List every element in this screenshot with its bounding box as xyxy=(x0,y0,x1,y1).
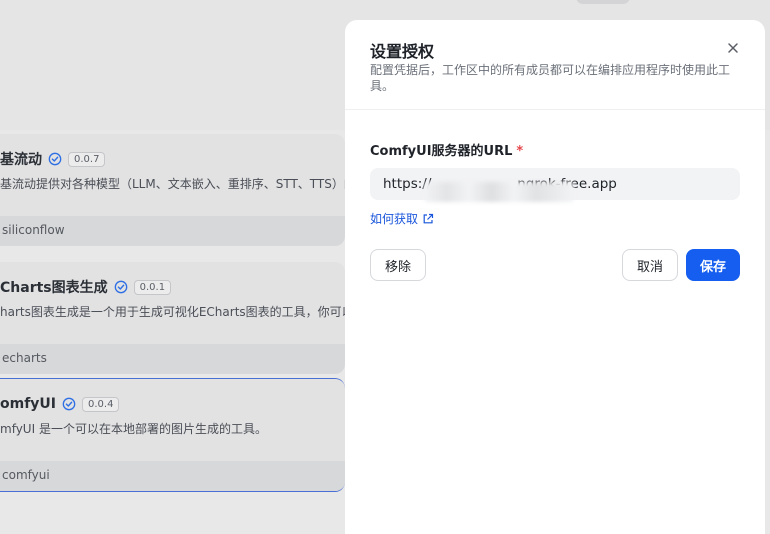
plugin-card-echarts[interactable]: Charts图表生成 0.0.1 harts图表生成是一个用于生成可视化ECha… xyxy=(0,262,345,374)
close-icon xyxy=(728,43,738,53)
verified-icon xyxy=(48,152,62,166)
modal-actions: 移除 取消 保存 xyxy=(370,249,740,283)
plugin-card-siliconflow[interactable]: 基流动 0.0.7 基流动提供对各种模型（LLM、文本嵌入、重排序、STT、TT… xyxy=(0,134,345,246)
background-pill xyxy=(576,0,630,4)
how-to-get-link[interactable]: 如何获取 xyxy=(370,210,434,227)
plugin-description: harts图表生成是一个用于生成可视化ECharts图表的工具，你可以 xyxy=(0,305,345,319)
url-field-label: ComfyUI服务器的URL * xyxy=(370,144,524,159)
modal-header: 设置授权 配置凭据后，工作区中的所有成员都可以在编排应用程序时使用此工具。 xyxy=(345,20,765,110)
remove-button[interactable]: 移除 xyxy=(370,249,426,281)
version-badge: 0.0.1 xyxy=(133,279,172,295)
plugin-author: comfyui xyxy=(0,461,345,491)
verified-icon xyxy=(114,280,127,294)
close-button[interactable] xyxy=(725,40,741,56)
version-badge: 0.0.4 xyxy=(82,396,120,412)
auth-settings-modal: 设置授权 配置凭据后，工作区中的所有成员都可以在编排应用程序时使用此工具。 Co… xyxy=(345,20,765,534)
version-badge: 0.0.7 xyxy=(68,151,106,167)
plugin-name: omfyUI xyxy=(0,396,56,412)
redacted-url-blur xyxy=(424,182,574,202)
plugin-author: echarts xyxy=(0,344,345,374)
verified-icon xyxy=(62,397,76,411)
modal-title: 设置授权 xyxy=(370,42,435,61)
plugin-name: Charts图表生成 xyxy=(0,280,108,296)
plugin-description: 基流动提供对各种模型（LLM、文本嵌入、重排序、STT、TTS）的 xyxy=(0,177,345,191)
cancel-button[interactable]: 取消 xyxy=(622,249,678,281)
modal-body: ComfyUI服务器的URL* 如何获取 移除 取消 保存 xyxy=(345,110,765,283)
plugin-name: 基流动 xyxy=(0,152,42,168)
plugin-card-comfyui[interactable]: omfyUI 0.0.4 mfyUI 是一个可以在本地部署的图片生成的工具。 c… xyxy=(0,378,345,492)
external-link-icon xyxy=(423,213,434,223)
plugin-description: mfyUI 是一个可以在本地部署的图片生成的工具。 xyxy=(0,422,267,436)
required-mark: * xyxy=(516,144,524,159)
save-button[interactable]: 保存 xyxy=(686,249,740,281)
modal-subtitle: 配置凭据后，工作区中的所有成员都可以在编排应用程序时使用此工具。 xyxy=(370,63,731,93)
plugin-author: siliconflow xyxy=(0,216,345,246)
